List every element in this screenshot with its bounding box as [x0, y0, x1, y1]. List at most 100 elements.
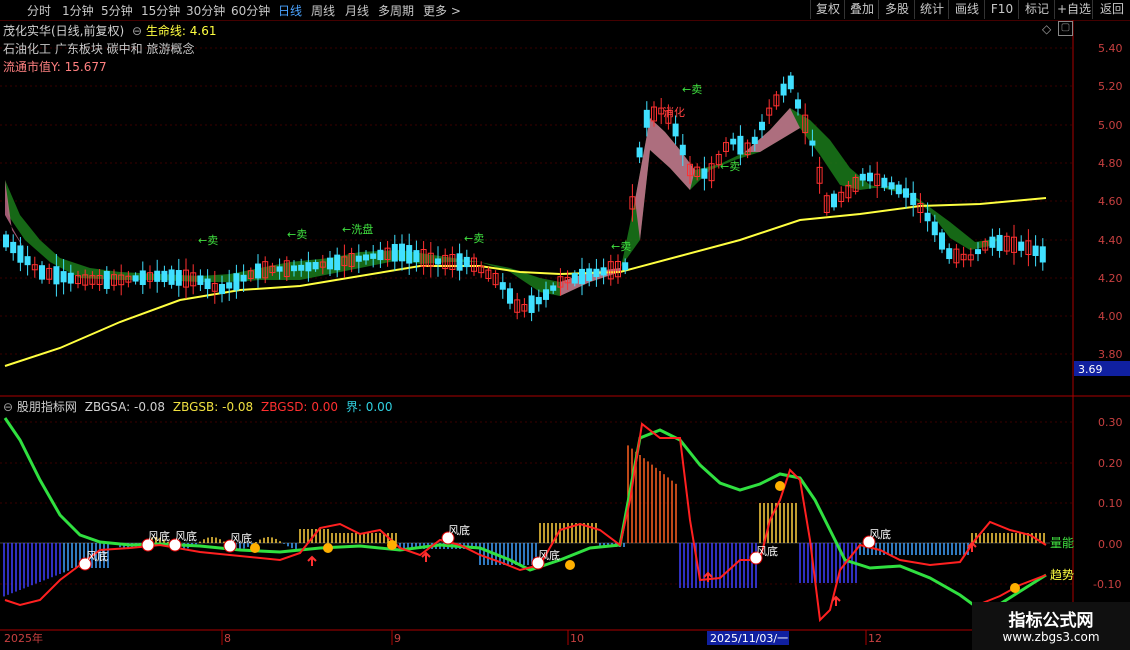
volume-energy-label: 量能: [1050, 536, 1074, 550]
indicator-tick: 0.10: [1098, 497, 1123, 510]
price-tick: 4.40: [1098, 234, 1123, 247]
candle-body: [291, 265, 297, 272]
zbgsa-curve: [3, 417, 1047, 608]
candle-body: [780, 83, 787, 96]
candle-body: [809, 140, 816, 146]
boundary-value: 0.00: [365, 400, 393, 414]
up-arrow-icon: [307, 555, 317, 566]
watermark-title: 指标公式网: [1008, 611, 1094, 631]
bottom-label: 风底: [86, 549, 108, 563]
indicator-title: 股朋指标网: [16, 400, 77, 414]
time-tick: 10: [570, 632, 584, 645]
zbgsa-value: -0.08: [133, 400, 166, 414]
candle-body: [370, 253, 377, 259]
price-tick: 5.00: [1098, 119, 1123, 132]
candle-body: [233, 273, 240, 291]
candle-body: [456, 253, 463, 271]
candle-body: [1032, 245, 1039, 256]
bottom-label: 风底: [756, 544, 778, 558]
bottom-label: 风底: [448, 523, 470, 537]
candle-body: [103, 271, 110, 289]
candle-body: [413, 250, 420, 263]
bottom-label: 风底: [538, 548, 560, 562]
candle-body: [161, 270, 168, 283]
candle-body: [363, 254, 369, 261]
sell-signal: ←卖: [464, 232, 484, 245]
sell-signal: ←卖: [682, 83, 702, 96]
candle-body: [946, 248, 953, 260]
time-tick: 2025年: [4, 631, 43, 645]
candle-body: [1018, 241, 1025, 251]
candle-body: [312, 262, 319, 270]
candle-body: [204, 278, 211, 290]
price-tick: 5.20: [1098, 80, 1123, 93]
candle-body: [996, 234, 1003, 251]
trend-label: 趋势: [1050, 568, 1074, 582]
candle-body: [831, 193, 837, 208]
candle-body: [543, 289, 549, 300]
candle-body: [219, 283, 225, 295]
candle-body: [622, 262, 629, 271]
current-price-tag-text: 3.69: [1078, 363, 1103, 376]
sector-tags: 石油化工 广东板块 碳中和 旅游概念: [3, 42, 195, 56]
sell-signal: ←卖: [611, 240, 631, 253]
candle-body: [298, 264, 305, 271]
candle-body: [931, 221, 938, 236]
indicator-tick: 0.30: [1098, 416, 1123, 429]
time-axis: 2025年 8 9 10 2025/11/03/一 12: [4, 630, 882, 645]
zbgsd-label: ZBGSD:: [261, 400, 308, 414]
candle-body: [406, 245, 413, 264]
candle-body: [924, 212, 931, 222]
sell-signal: ←卖: [720, 160, 740, 173]
bottom-label: 风底: [175, 529, 197, 543]
candle-body: [24, 256, 31, 266]
gold-coin-icon: [323, 543, 333, 553]
candle-body: [435, 258, 441, 265]
bottom-label: 风底: [148, 529, 170, 543]
candle-body: [579, 268, 585, 285]
price-tick: 4.60: [1098, 195, 1123, 208]
watermark-url: www.zbgs3.com: [1002, 630, 1100, 644]
life-line-value: 4.61: [189, 24, 217, 38]
collapse-icon[interactable]: ⊖: [3, 400, 13, 414]
candle-body: [586, 268, 593, 281]
candle-body: [197, 275, 204, 285]
float-cap-label: 流通市值Y:: [3, 60, 61, 74]
candle-body: [593, 268, 600, 278]
bottom-label: 风底: [869, 527, 891, 541]
candle-body: [276, 266, 283, 272]
candle-body: [730, 138, 737, 145]
chart-canvas[interactable]: 5.40 5.20 5.00 4.80 4.60 4.40 4.20 4.00 …: [0, 0, 1130, 650]
price-tick: 4.20: [1098, 272, 1123, 285]
trend-ribbon: [5, 108, 1000, 296]
candle-body: [867, 172, 873, 182]
candle-body: [391, 243, 398, 262]
zbgsb-label: ZBGSB:: [172, 400, 219, 414]
settings-diamond-icon[interactable]: ◇: [1042, 22, 1051, 36]
candle-body: [377, 249, 384, 261]
life-line-label: 生命线:: [145, 24, 186, 38]
expand-icon[interactable]: ▢: [1058, 21, 1073, 36]
washout-signal: ←洗盘: [342, 222, 373, 236]
gold-coin-icon: [1010, 583, 1020, 593]
candle-body: [226, 282, 233, 289]
zbgsb-value: -0.08: [222, 400, 254, 414]
candle-body: [255, 263, 261, 279]
candle-body: [67, 272, 74, 284]
candle-body: [17, 245, 24, 263]
stock-title: 茂化实华(日线,前复权): [3, 24, 125, 38]
candle-body: [305, 262, 312, 272]
candle-body: [679, 144, 686, 156]
candle-body: [751, 136, 758, 144]
candle-body: [895, 184, 902, 195]
candle-body: [636, 147, 643, 158]
time-tick: 9: [394, 632, 401, 645]
indicator-right-labels: 量能 趋势: [1050, 536, 1074, 582]
candle-body: [528, 295, 535, 313]
collapse-icon[interactable]: ⊖: [132, 24, 142, 38]
candle-body: [10, 241, 17, 254]
gold-coin-icon: [387, 540, 397, 550]
candle-body: [3, 234, 9, 248]
candle-body: [132, 275, 139, 282]
candle-body: [240, 274, 247, 282]
